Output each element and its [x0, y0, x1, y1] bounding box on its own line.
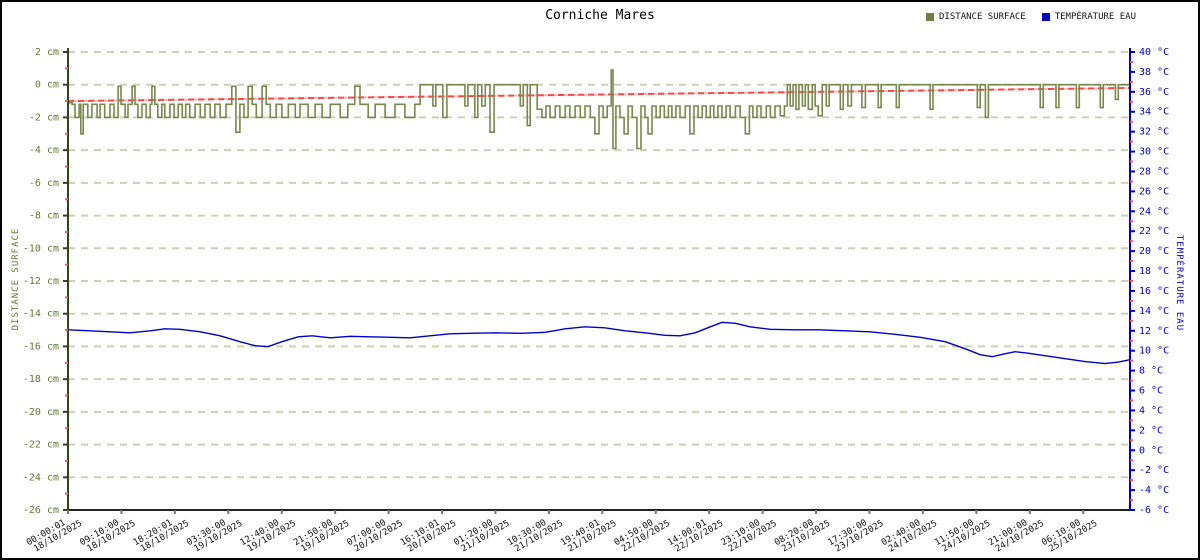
chart-canvas: Corniche Mares DISTANCE SURFACE TEMPÉRAT…: [0, 0, 1200, 560]
svg-text:32 °C: 32 °C: [1139, 127, 1169, 138]
svg-text:14 °C: 14 °C: [1139, 306, 1169, 317]
svg-text:-12 cm: -12 cm: [23, 276, 59, 287]
distance-series-line: [68, 70, 1130, 149]
x-tick-label: 17:30:0023/10/2025: [826, 511, 885, 556]
svg-text:30 °C: 30 °C: [1139, 147, 1169, 158]
x-tick-label: 09:10:0018/10/2025: [78, 511, 137, 556]
x-axis: 00:00:0118/10/202509:10:0018/10/202518:2…: [25, 510, 1130, 556]
x-tick-label: 12:40:0019/10/2025: [239, 511, 298, 556]
svg-text:0 °C: 0 °C: [1139, 445, 1163, 456]
svg-text:36 °C: 36 °C: [1139, 87, 1169, 98]
left-axis: 2 cm 0 cm -2 cm -4 cm -6 cm -8 cm -10 cm -12 cm…: [23, 47, 68, 516]
svg-text:-18 cm: -18 cm: [23, 374, 59, 385]
svg-text:-26 cm: -26 cm: [23, 505, 59, 516]
svg-text:-8 cm: -8 cm: [29, 211, 59, 222]
svg-text:-14 cm: -14 cm: [23, 309, 59, 320]
svg-text:22 °C: 22 °C: [1139, 226, 1169, 237]
svg-text:-16 cm: -16 cm: [23, 341, 59, 352]
x-tick-label: 00:00:0118/10/2025: [25, 511, 84, 556]
svg-text:24 °C: 24 °C: [1139, 206, 1169, 217]
svg-text:-24 cm: -24 cm: [23, 472, 59, 483]
x-tick-label: 10:30:0021/10/2025: [506, 511, 565, 556]
temperature-series-line: [68, 322, 1130, 363]
svg-text:2 cm: 2 cm: [35, 47, 59, 58]
svg-text:0 cm: 0 cm: [35, 80, 59, 91]
svg-text:-6 °C: -6 °C: [1139, 505, 1169, 516]
svg-text:-20 cm: -20 cm: [23, 407, 59, 418]
svg-text:26 °C: 26 °C: [1139, 186, 1169, 197]
svg-text:4 °C: 4 °C: [1139, 405, 1163, 416]
x-tick-label: 03:30:0019/10/2025: [185, 511, 244, 556]
x-tick-label: 19:40:0121/10/2025: [559, 511, 618, 556]
svg-text:-10 cm: -10 cm: [23, 243, 59, 254]
svg-text:-4 cm: -4 cm: [29, 145, 59, 156]
svg-text:-4 °C: -4 °C: [1139, 485, 1169, 496]
svg-text:20 °C: 20 °C: [1139, 246, 1169, 257]
svg-text:6 °C: 6 °C: [1139, 386, 1163, 397]
x-tick-label: 07:00:0020/10/2025: [346, 511, 405, 556]
x-tick-label: 11:50:0024/10/2025: [933, 511, 992, 556]
svg-text:38 °C: 38 °C: [1139, 67, 1169, 78]
x-tick-label: 14:00:0122/10/2025: [666, 511, 725, 556]
svg-text:2 °C: 2 °C: [1139, 425, 1163, 436]
x-tick-label: 21:50:0019/10/2025: [292, 511, 351, 556]
svg-text:12 °C: 12 °C: [1139, 326, 1169, 337]
x-tick-label: 16:10:0120/10/2025: [399, 511, 458, 556]
svg-text:-22 cm: -22 cm: [23, 440, 59, 451]
svg-text:40 °C: 40 °C: [1139, 47, 1169, 58]
svg-text:28 °C: 28 °C: [1139, 166, 1169, 177]
x-tick-label: 21:00:0024/10/2025: [987, 511, 1046, 556]
x-tick-label: 08:20:0023/10/2025: [773, 511, 832, 556]
svg-text:-2 cm: -2 cm: [29, 112, 59, 123]
svg-text:16 °C: 16 °C: [1139, 286, 1169, 297]
right-axis: 40 °C 38 °C 36 °C 34 °C 32 °C 30 °C 28 °C 26 °C…: [1130, 47, 1169, 516]
svg-text:10 °C: 10 °C: [1139, 346, 1169, 357]
svg-text:-6 cm: -6 cm: [29, 178, 59, 189]
x-tick-label: 23:10:0022/10/2025: [720, 511, 779, 556]
plot-area: 2 cm 0 cm -2 cm -4 cm -6 cm -8 cm -10 cm -12 cm…: [2, 2, 1198, 558]
svg-text:8 °C: 8 °C: [1139, 366, 1163, 377]
x-tick-label: 06:10:0025/10/2025: [1040, 511, 1099, 556]
svg-text:-2 °C: -2 °C: [1139, 465, 1169, 476]
x-tick-label: 01:20:0021/10/2025: [452, 511, 511, 556]
x-tick-label: 02:40:0024/10/2025: [880, 511, 939, 556]
svg-text:34 °C: 34 °C: [1139, 107, 1169, 118]
x-tick-label: 18:20:0118/10/2025: [132, 511, 191, 556]
x-tick-label: 04:50:0022/10/2025: [613, 511, 672, 556]
svg-text:18 °C: 18 °C: [1139, 266, 1169, 277]
trend-line: [68, 88, 1130, 101]
